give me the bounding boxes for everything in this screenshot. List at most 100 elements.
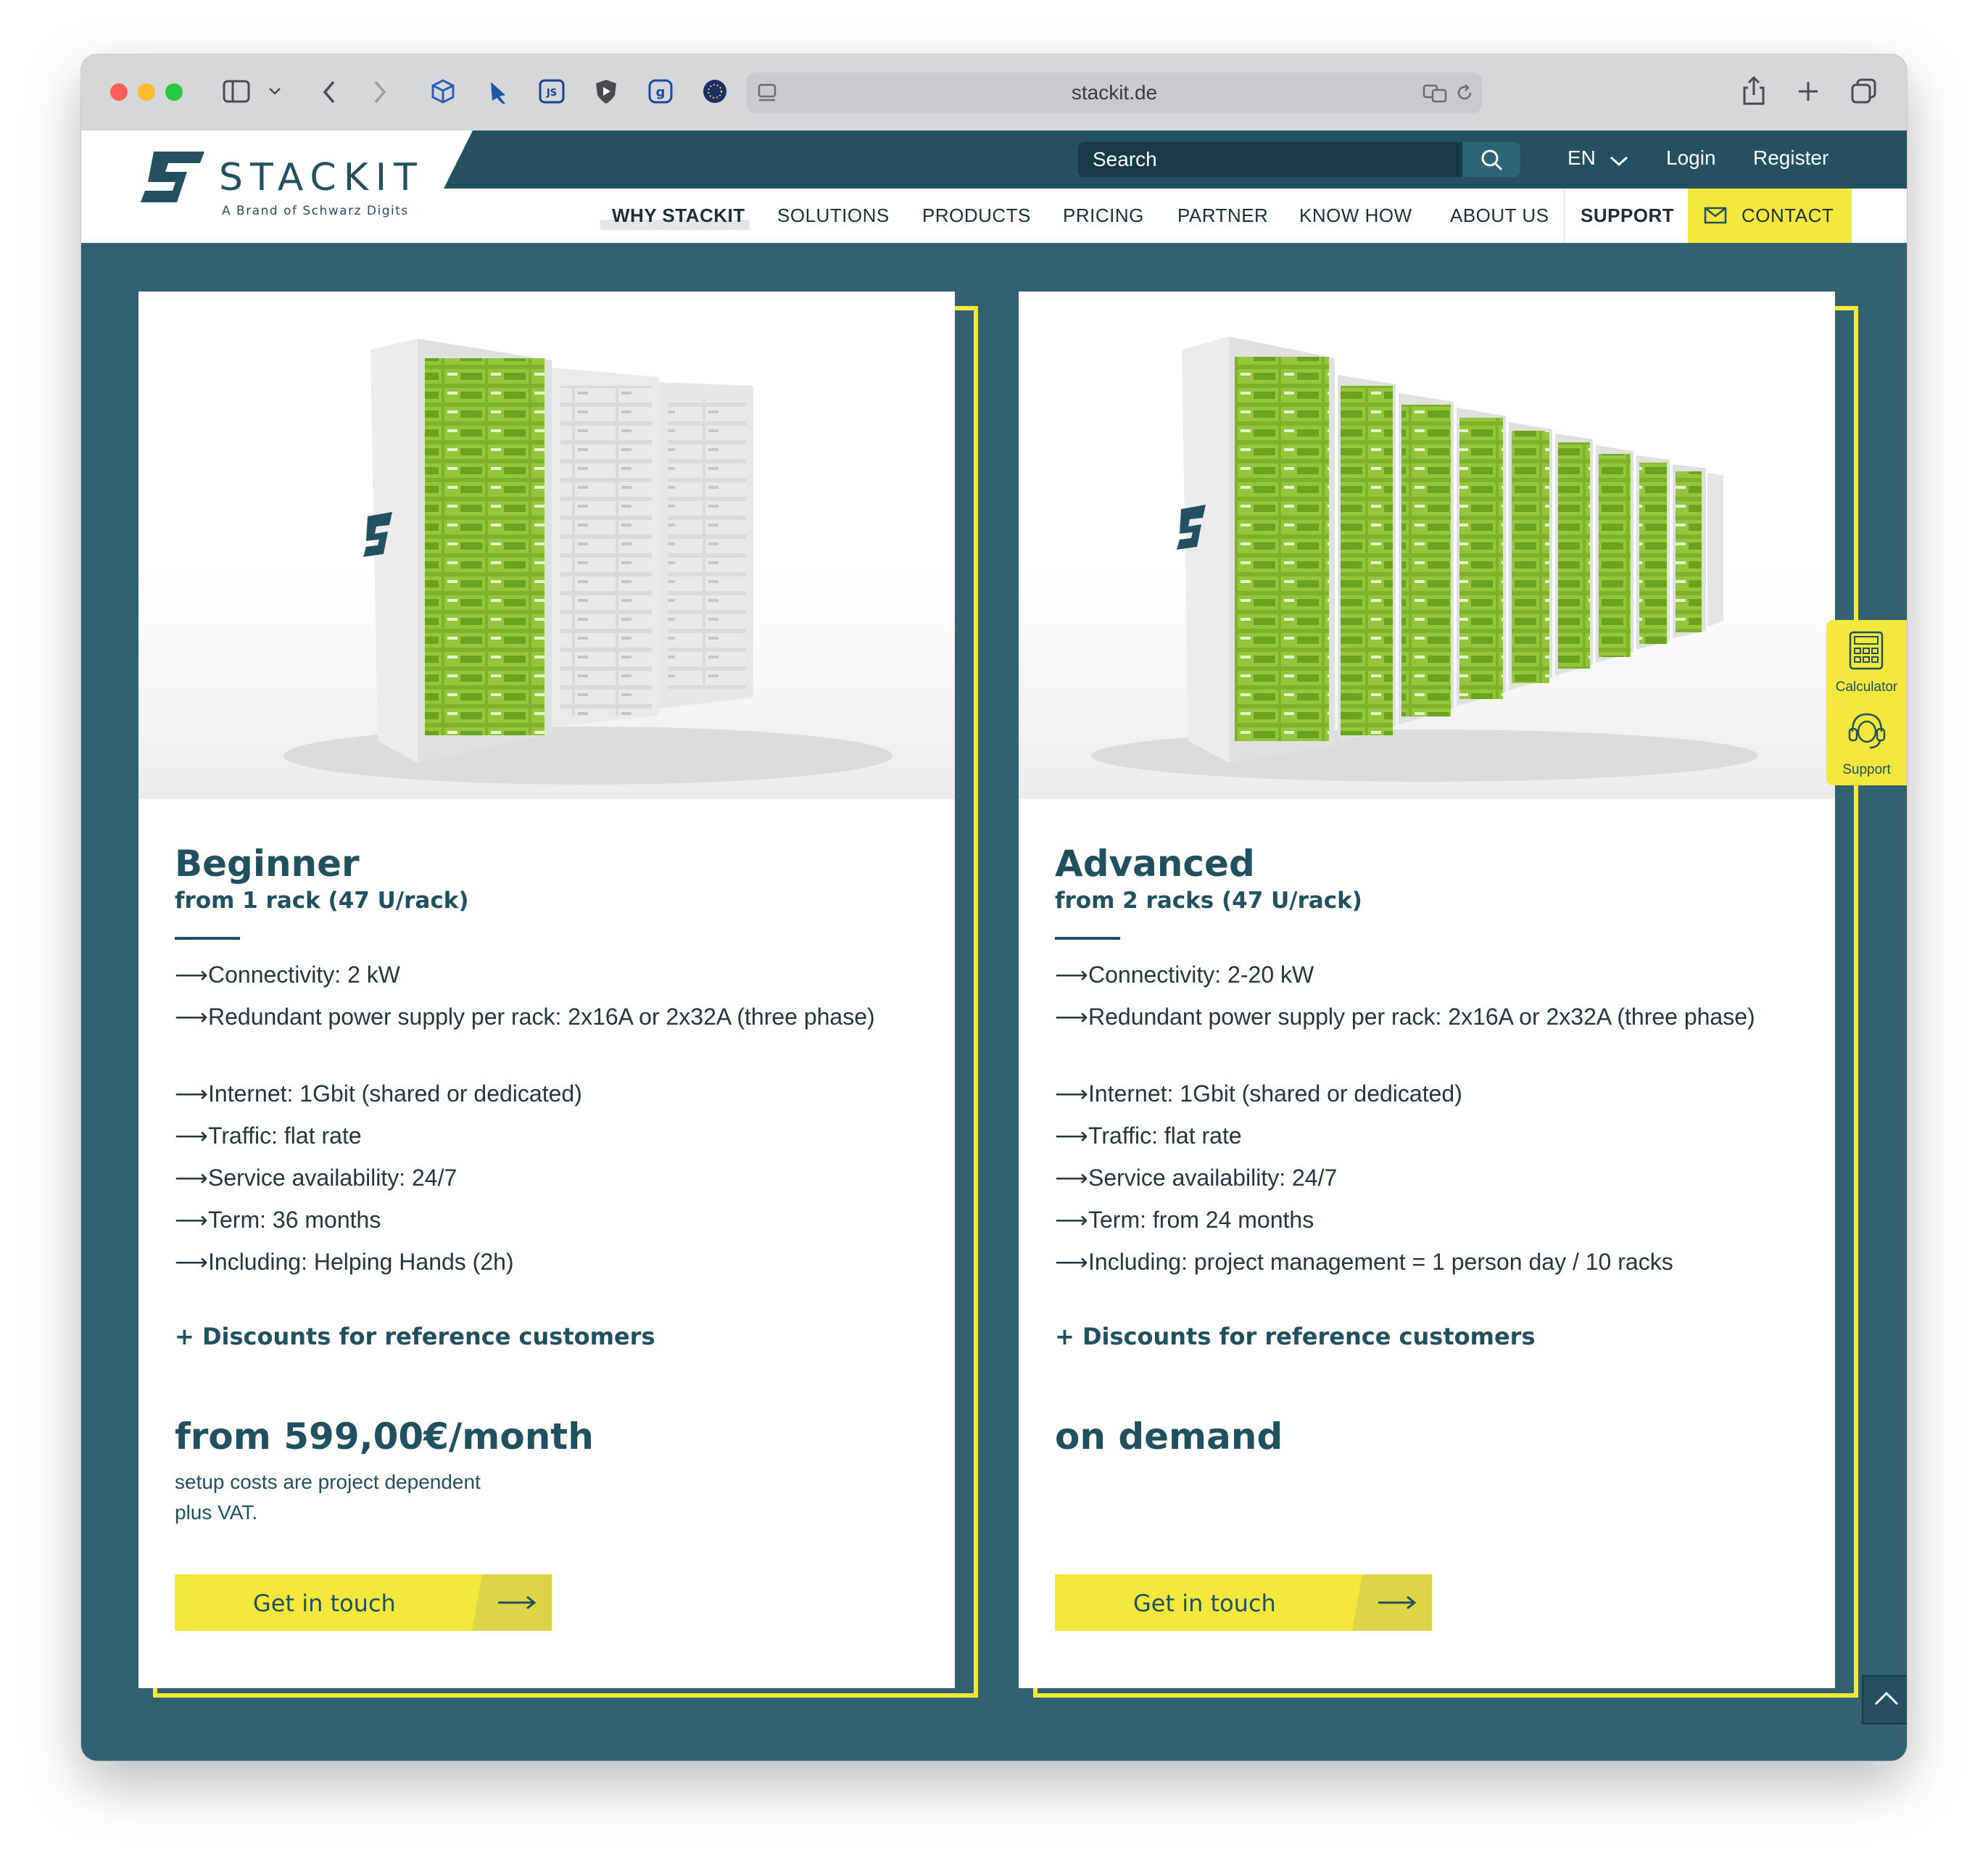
card-title: Beginner [175, 843, 360, 885]
shield-extension-icon[interactable] [592, 78, 620, 105]
eu-extension-icon[interactable] [701, 78, 729, 105]
arrow-right-icon: ⟶ [1055, 1123, 1088, 1149]
discounts-link[interactable]: + Discounts for reference customers [1055, 1323, 1536, 1350]
arrow-right-icon: ⟶ [1055, 1080, 1088, 1107]
login-link[interactable]: Login [1666, 146, 1716, 170]
search-input[interactable]: Search [1093, 148, 1157, 171]
language-selector[interactable]: EN [1567, 146, 1628, 170]
feature-item: ⟶Redundant power supply per rack: 2x16A … [175, 999, 921, 1034]
tab-overview-icon[interactable] [1850, 78, 1878, 105]
feature-item: ⟶Connectivity: 2 kW [175, 957, 921, 992]
feature-item: ⟶Traffic: flat rate [1055, 1118, 1802, 1153]
back-to-top-button[interactable] [1862, 1675, 1907, 1724]
chevron-up-icon [1874, 1691, 1899, 1706]
nav-item-solutions[interactable]: SOLUTIONS [777, 204, 890, 227]
minimize-window-button[interactable] [138, 83, 155, 101]
arrow-right-icon: ⟶ [175, 1165, 208, 1191]
title-divider [1055, 937, 1120, 940]
feature-item: ⟶Term: from 24 months [1055, 1202, 1802, 1237]
server-rack-image [1091, 336, 1758, 782]
button-arrow-area [472, 1574, 552, 1631]
zoom-window-button[interactable] [165, 83, 183, 101]
arrow-right-icon [1378, 1595, 1417, 1610]
arrow-right-icon: ⟶ [1055, 1249, 1088, 1275]
feature-item: ⟶Internet: 1Gbit (shared or dedicated) [1055, 1076, 1802, 1111]
button-arrow-area [1352, 1574, 1432, 1631]
forward-icon[interactable] [371, 79, 389, 105]
arrow-right-icon: ⟶ [1055, 1004, 1088, 1030]
arrow-right-icon: ⟶ [1055, 1207, 1088, 1233]
stackit-logo-icon [141, 152, 204, 202]
discounts-link[interactable]: + Discounts for reference customers [175, 1323, 655, 1350]
arrow-right-icon: ⟶ [175, 1207, 208, 1233]
close-window-button[interactable] [110, 83, 128, 101]
svg-text:JS: JS [546, 88, 557, 99]
nav-item-support[interactable]: SUPPORT [1581, 204, 1674, 227]
pricing-card-beginner: Beginner from 1 rack (47 U/rack) ⟶Connec… [138, 292, 955, 1688]
arrow-right-icon: ⟶ [175, 1123, 208, 1149]
register-link[interactable]: Register [1753, 146, 1828, 170]
card-subtitle: from 2 racks (47 U/rack) [1055, 888, 1362, 914]
translate-icon[interactable] [1422, 83, 1449, 103]
sidebar-icon[interactable] [223, 79, 252, 104]
search-box[interactable]: Search [1078, 142, 1520, 177]
logo-tagline: A Brand of Schwarz Digits [222, 204, 409, 218]
browser-toolbar: JS g stackit.de [81, 54, 1907, 131]
language-label: EN [1567, 146, 1596, 169]
chevron-down-icon [1610, 156, 1628, 167]
feature-item: ⟶Including: Helping Hands (2h) [175, 1244, 921, 1279]
server-rack-image [283, 339, 892, 785]
chevron-down-icon[interactable] [268, 86, 281, 96]
rack-image-advanced [1019, 292, 1835, 799]
gear-extension-icon[interactable]: g [647, 78, 674, 105]
arrow-right-icon: ⟶ [1055, 1165, 1088, 1191]
feature-item: ⟶Traffic: flat rate [175, 1118, 921, 1153]
support-widget[interactable]: Support [1826, 704, 1907, 784]
arrow-right-icon: ⟶ [175, 1080, 208, 1107]
mail-icon [1704, 207, 1727, 224]
feature-item: ⟶Service availability: 24/7 [1055, 1160, 1802, 1195]
cube-extension-icon[interactable] [429, 78, 457, 105]
contact-button[interactable]: CONTACT [1688, 189, 1852, 243]
feature-item: ⟶Term: 36 months [175, 1202, 921, 1237]
search-button[interactable] [1462, 142, 1520, 177]
contact-label: CONTACT [1741, 204, 1834, 226]
nav-item-products[interactable]: PRODUCTS [922, 204, 1031, 227]
feature-item: ⟶Including: project management = 1 perso… [1055, 1244, 1802, 1279]
support-label: Support [1842, 762, 1891, 777]
get-in-touch-button[interactable]: Get in touch [1055, 1574, 1432, 1631]
js-extension-icon[interactable]: JS [538, 78, 566, 105]
arrow-right-icon: ⟶ [175, 1004, 208, 1030]
headset-icon [1848, 713, 1886, 749]
pricing-card-advanced: Advanced from 2 racks (47 U/rack) ⟶Conne… [1019, 292, 1835, 1688]
nav-item-why-stackit[interactable]: WHY STACKIT [612, 204, 745, 227]
back-icon[interactable] [320, 79, 338, 105]
nav-item-about-us[interactable]: ABOUT US [1450, 204, 1549, 227]
nav-separator [1564, 189, 1565, 243]
feature-item: ⟶Redundant power supply per rack: 2x16A … [1055, 999, 1802, 1034]
calculator-widget[interactable]: Calculator [1826, 620, 1907, 700]
get-in-touch-button[interactable]: Get in touch [175, 1574, 552, 1631]
nav-item-partner[interactable]: PARTNER [1177, 204, 1268, 227]
nav-item-pricing[interactable]: PRICING [1063, 204, 1144, 227]
address-bar[interactable]: stackit.de [747, 73, 1482, 113]
nav-item-know-how[interactable]: KNOW HOW [1299, 204, 1412, 227]
logo-text: STACKIT [219, 156, 424, 199]
url-text: stackit.de [1071, 81, 1158, 104]
new-tab-icon[interactable] [1797, 80, 1819, 102]
button-label: Get in touch [253, 1590, 396, 1617]
price: on demand [1055, 1416, 1283, 1458]
rack-image-beginner [138, 292, 955, 799]
side-widget: Calculator Support [1826, 620, 1907, 785]
svg-text:g: g [656, 85, 666, 100]
search-icon [1481, 149, 1503, 171]
price: from 599,00€/month [175, 1416, 594, 1458]
browser-window: JS g stackit.de STACKIT A Brand of Schwa… [81, 54, 1907, 1761]
arrow-right-icon: ⟶ [175, 1249, 208, 1275]
reload-icon[interactable] [1454, 83, 1475, 103]
share-icon[interactable] [1741, 75, 1766, 107]
arrow-right-icon: ⟶ [1055, 962, 1088, 988]
pin-extension-icon[interactable] [484, 78, 511, 105]
logo[interactable]: STACKIT A Brand of Schwarz Digits [141, 152, 445, 224]
calculator-label: Calculator [1835, 679, 1898, 695]
